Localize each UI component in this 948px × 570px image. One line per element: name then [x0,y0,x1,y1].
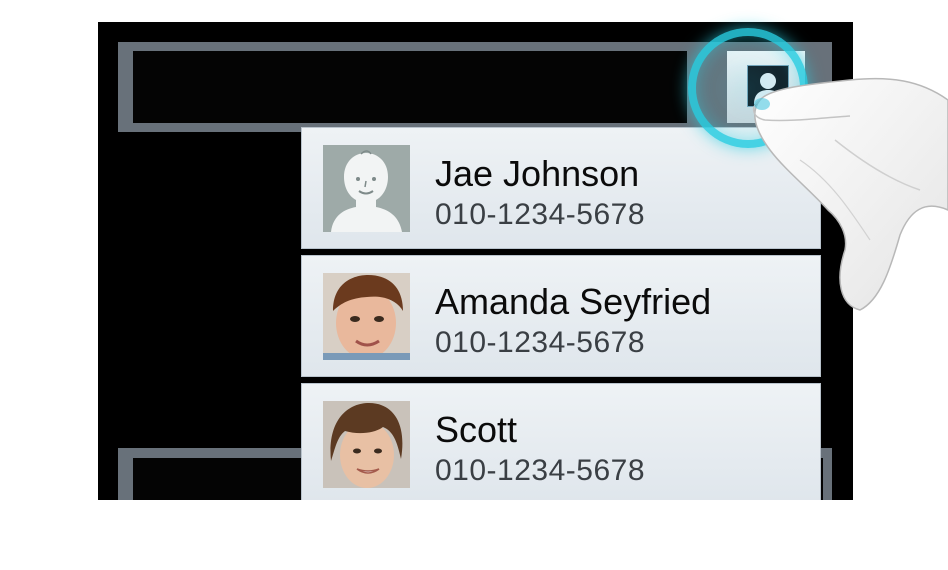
contact-name: Amanda Seyfried [435,281,712,322]
contact-item[interactable]: Scott 010-1234-5678 [301,383,821,500]
contact-photo [323,273,410,360]
contact-phone: 010-1234-5678 [435,198,646,231]
pointing-hand-icon [753,77,948,311]
contact-photo [323,401,410,488]
contact-name: Jae Johnson [435,153,640,194]
contact-name: Scott [435,409,518,450]
contact-phone: 010-1234-5678 [435,326,646,359]
recipient-input[interactable] [133,51,687,123]
default-avatar-icon [323,145,410,232]
contact-phone: 010-1234-5678 [435,454,646,487]
